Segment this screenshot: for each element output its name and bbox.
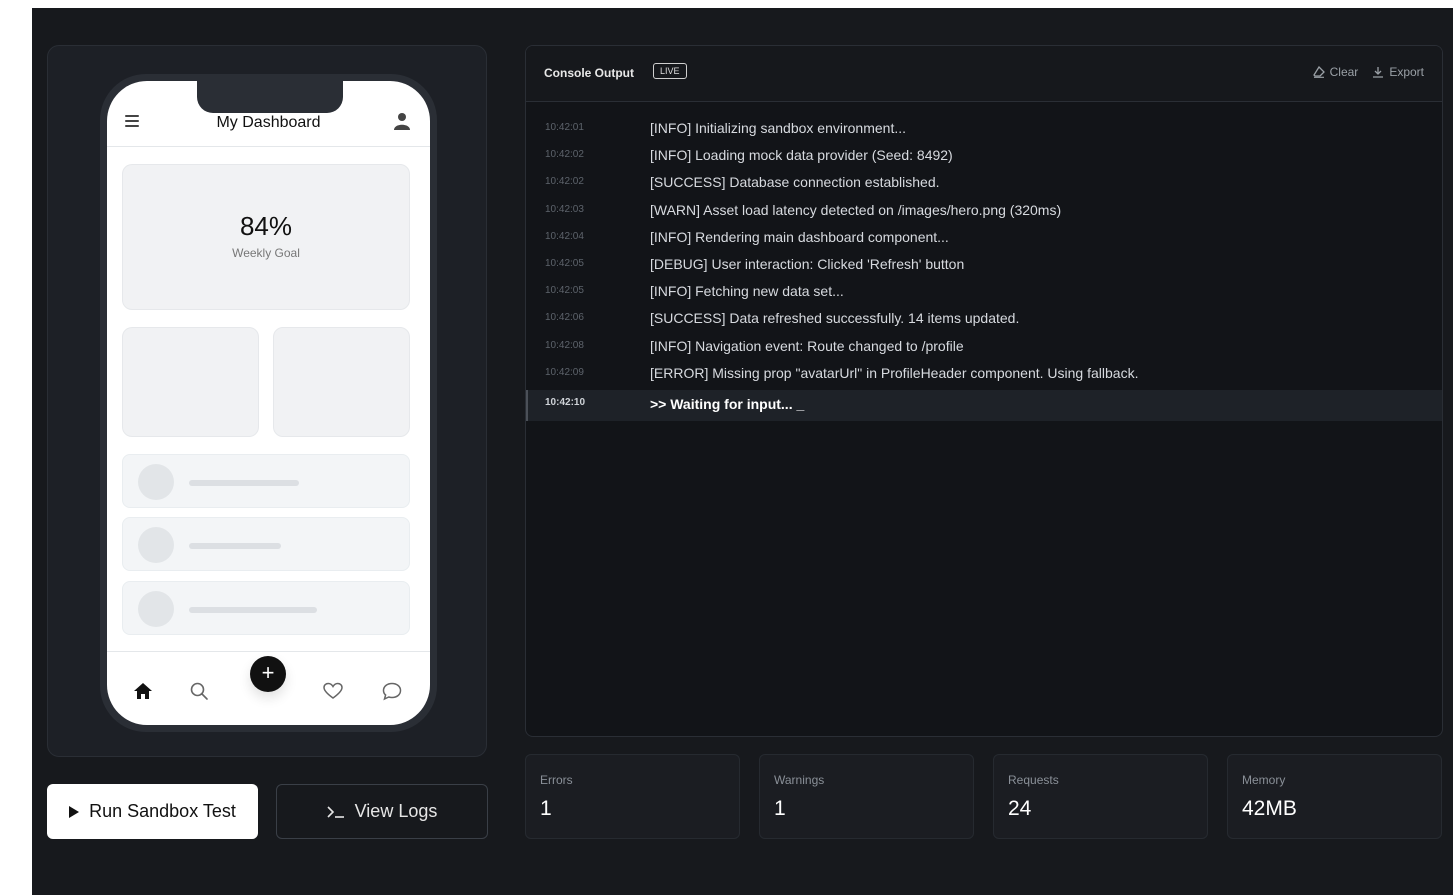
log-timestamp: 10:42:04 — [545, 230, 584, 242]
log-line: 10:42:09 [ERROR] Missing prop "avatarUrl… — [526, 363, 1442, 390]
clear-label: Clear — [1329, 65, 1359, 79]
log-message: [INFO] Rendering main dashboard componen… — [650, 228, 949, 245]
view-logs-button[interactable]: View Logs — [276, 784, 488, 839]
console-actions: Clear Export — [1312, 65, 1424, 79]
log-timestamp: 10:42:02 — [545, 176, 584, 188]
log-timestamp: 10:42:02 — [545, 149, 584, 161]
memory-stat-card: Memory 42MB — [1227, 754, 1442, 839]
goal-value: 84% — [239, 211, 293, 241]
stat-label: Errors — [540, 773, 573, 787]
log-timestamp: 10:42:05 — [545, 257, 584, 269]
requests-stat-card: Requests 24 — [993, 754, 1208, 839]
stat-label: Warnings — [774, 773, 825, 787]
phone-tab-bar: + — [107, 651, 430, 725]
log-message: [SUCCESS] Database connection establishe… — [650, 174, 940, 191]
user-profile-icon[interactable] — [394, 112, 410, 130]
avatar — [138, 591, 174, 627]
console-input-line[interactable]: 10:42:10 >> Waiting for input... _ — [526, 389, 1442, 421]
log-message: [INFO] Loading mock data provider (Seed:… — [650, 147, 953, 164]
log-timestamp: 10:42:03 — [545, 203, 584, 215]
placeholder-tile[interactable] — [273, 327, 410, 437]
chat-bubble-icon[interactable] — [381, 680, 403, 702]
list-item[interactable] — [122, 517, 410, 571]
home-icon[interactable] — [132, 680, 154, 702]
search-icon[interactable] — [188, 680, 210, 702]
stat-value: 42MB — [1242, 797, 1297, 820]
log-message: [DEBUG] User interaction: Clicked 'Refre… — [650, 255, 965, 272]
run-button-label: Run Sandbox Test — [89, 801, 236, 821]
stat-label: Memory — [1242, 773, 1286, 787]
stat-value: 1 — [540, 797, 552, 820]
weekly-goal-card[interactable]: 84% Weekly Goal — [122, 164, 410, 310]
heart-icon[interactable] — [322, 680, 344, 702]
log-line: 10:42:06 [SUCCESS] Data refreshed succes… — [526, 308, 1442, 335]
log-line: 10:42:04 [INFO] Rendering main dashboard… — [526, 227, 1442, 254]
terminal-icon — [327, 805, 344, 818]
log-timestamp: 10:42:05 — [545, 285, 584, 297]
placeholder-line — [189, 607, 317, 613]
log-message: [WARN] Asset load latency detected on /i… — [650, 201, 1062, 218]
console-title: Console Output — [544, 66, 634, 80]
log-line: 10:42:02 [INFO] Loading mock data provid… — [526, 145, 1442, 172]
log-message: [INFO] Initializing sandbox environment.… — [650, 120, 907, 136]
stat-value: 1 — [774, 797, 786, 820]
errors-stat-card: Errors 1 — [525, 754, 740, 839]
phone-screen: My Dashboard 84% Weekly Goal + — [107, 81, 430, 725]
console-header: Console Output LIVE Clear Export — [526, 46, 1442, 102]
log-line: 10:42:08 [INFO] Navigation event: Route … — [526, 336, 1442, 363]
log-line: 10:42:03 [WARN] Asset load latency detec… — [526, 200, 1442, 227]
placeholder-line — [189, 480, 299, 486]
console-output-panel: Console Output LIVE Clear Export 10:42:0… — [525, 45, 1443, 737]
logs-button-label: View Logs — [354, 801, 438, 821]
download-icon — [1373, 67, 1384, 78]
sandbox-app: My Dashboard 84% Weekly Goal + Run Sandb… — [32, 8, 1453, 895]
input-prompt: >> Waiting for input... _ — [650, 395, 805, 412]
log-message: [ERROR] Missing prop "avatarUrl" in Prof… — [650, 364, 1139, 381]
log-line: 10:42:05 [DEBUG] User interaction: Click… — [526, 254, 1442, 281]
stat-value: 24 — [1008, 797, 1032, 820]
stat-label: Requests — [1008, 773, 1059, 787]
phone-app-title: My Dashboard — [216, 114, 321, 131]
live-badge: LIVE — [653, 63, 687, 79]
goal-label: Weekly Goal — [232, 246, 300, 260]
log-timestamp: 10:42:01 — [545, 122, 584, 133]
list-item[interactable] — [122, 581, 410, 635]
run-sandbox-test-button[interactable]: Run Sandbox Test — [47, 784, 258, 839]
warnings-stat-card: Warnings 1 — [759, 754, 974, 839]
log-timestamp: 10:42:09 — [545, 366, 584, 378]
placeholder-tile[interactable] — [122, 327, 259, 437]
eraser-icon — [1312, 66, 1325, 78]
log-line: 10:42:05 [INFO] Fetching new data set... — [526, 281, 1442, 308]
device-preview-panel: My Dashboard 84% Weekly Goal + — [47, 45, 487, 757]
log-message: [INFO] Navigation event: Route changed t… — [650, 337, 964, 354]
log-line: 10:42:02 [SUCCESS] Database connection e… — [526, 172, 1442, 199]
phone-notch — [197, 81, 343, 113]
log-timestamp: 10:42:06 — [545, 312, 584, 324]
phone-mockup: My Dashboard 84% Weekly Goal + — [100, 74, 437, 732]
play-icon — [69, 805, 80, 818]
clear-button[interactable]: Clear — [1312, 65, 1359, 79]
list-item[interactable] — [122, 454, 410, 508]
log-timestamp: 10:42:08 — [545, 339, 584, 351]
log-message: [SUCCESS] Data refreshed successfully. 1… — [650, 310, 1020, 327]
avatar — [138, 464, 174, 500]
log-line: 10:42:01 [INFO] Initializing sandbox env… — [526, 118, 1442, 145]
log-timestamp: 10:42:10 — [545, 396, 586, 408]
log-list: 10:42:01 [INFO] Initializing sandbox env… — [526, 118, 1442, 421]
export-button[interactable]: Export — [1372, 65, 1424, 79]
log-message: [INFO] Fetching new data set... — [650, 283, 844, 300]
placeholder-line — [189, 543, 281, 549]
add-fab-button[interactable]: + — [250, 656, 286, 692]
avatar — [138, 527, 174, 563]
export-label: Export — [1389, 65, 1424, 79]
